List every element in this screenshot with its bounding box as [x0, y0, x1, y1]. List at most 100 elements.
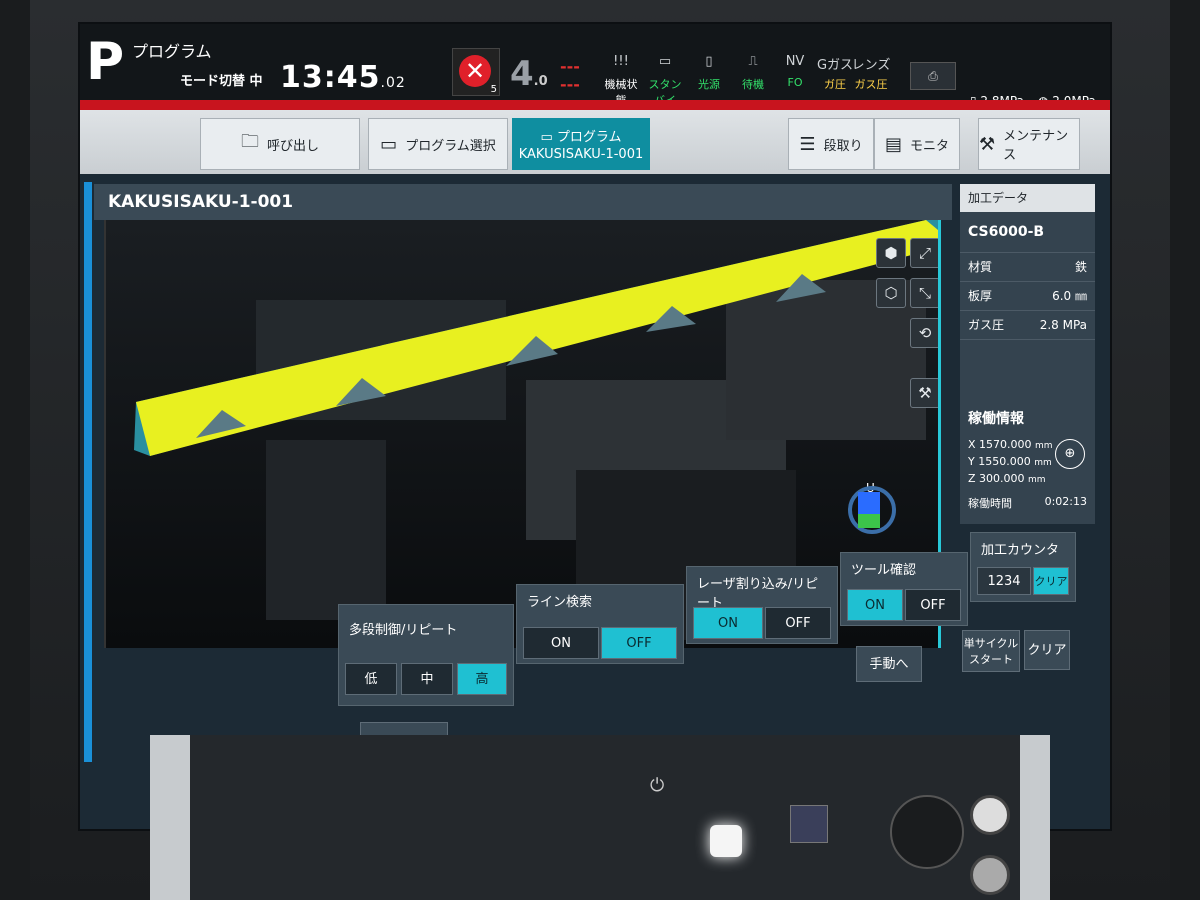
tab-setup[interactable]: ☰ 段取り	[788, 118, 874, 170]
count-sub: .0	[533, 74, 548, 89]
tab-call-label: 呼び出し	[266, 138, 319, 154]
state-label: 光源	[698, 78, 720, 91]
tab-program[interactable]: ▭ プログラム KAKUSISAKU-1-001	[512, 118, 650, 170]
screenshot-icon[interactable]: ⎙	[910, 62, 956, 90]
hardware-panel-face: ⏻	[190, 735, 1020, 900]
laser-interrupt-panel: レーザ割り込み/リピート ON OFF	[686, 566, 838, 644]
machine-state-indicator: レンズ ガス圧	[850, 54, 892, 92]
single-cycle-line-2: スタート	[969, 653, 1013, 666]
alarm-icon: ✕	[459, 55, 491, 87]
single-cycle-start-button[interactable]: 単サイクル スタート	[962, 630, 1020, 672]
machine-state-indicator: ▯ 光源	[688, 54, 730, 92]
tab-monitor[interactable]: ▤ モニタ	[874, 118, 960, 170]
tab-program-select[interactable]: ▭ プログラム選択	[368, 118, 508, 170]
state-icon: ▭	[658, 54, 672, 69]
coord-z-value: Z 300.000	[968, 472, 1025, 485]
white-lamp-button[interactable]	[710, 825, 742, 857]
state-label: ガ圧	[824, 78, 846, 91]
power-button[interactable]	[970, 795, 1010, 835]
multi-stage-mid-button[interactable]: 中	[401, 663, 453, 695]
tab-program-label: ▭ プログラム	[540, 130, 622, 145]
orientation-cube-icon	[858, 492, 880, 514]
main-area: KAKUSISAKU-1-001 U ⬢ ⤢ ⬡ ⤡ ⟲ ⚒ 加工データ CS6…	[80, 174, 1110, 829]
clock: 13:45.02	[280, 60, 406, 95]
tab-setup-label: 段取り	[823, 138, 863, 154]
rotate-icon[interactable]: ⟲	[910, 318, 938, 348]
list-icon: ☰	[799, 133, 816, 155]
tool-check-on-button[interactable]: ON	[847, 589, 903, 621]
state-icon: ⎍	[748, 54, 758, 69]
manual-button[interactable]: 手動へ	[856, 646, 922, 682]
monitor-edit-icon: ▭	[380, 133, 398, 155]
coord-z: Z 300.000 mm	[960, 470, 1095, 487]
line-search-panel: ライン検索 ON OFF	[516, 584, 684, 664]
material-value: 鉄	[1074, 260, 1087, 274]
multi-stage-panel: 多段制御/リピート 低 中 高	[338, 604, 514, 706]
view-cube-icon[interactable]: ⬢	[876, 238, 906, 268]
operation-header: 稼働情報	[968, 411, 1024, 427]
tab-maintenance-label: メンテナンス	[1003, 129, 1069, 163]
clock-sub: .02	[380, 75, 406, 91]
machine-state-indicator: NV FO	[774, 54, 816, 89]
count-big: 4	[510, 54, 534, 94]
gas-pressure-label: ガス圧	[968, 318, 1005, 332]
view-box-icon[interactable]: ⬡	[876, 278, 906, 308]
line-search-off-button[interactable]: OFF	[601, 627, 677, 659]
alarm-count: 5	[490, 84, 497, 95]
tool-icon[interactable]: ⚒	[910, 378, 938, 408]
tab-maintenance[interactable]: ⚒ メンテナンス	[978, 118, 1080, 170]
power-icon: ⏻	[650, 775, 665, 796]
key-switch[interactable]	[970, 855, 1010, 895]
data-row: 板厚 6.0 ㎜	[960, 282, 1095, 311]
clock-main: 13:45	[280, 60, 381, 95]
single-cycle-line-1: 単サイクル	[963, 637, 1019, 650]
state-icon: ▯	[705, 54, 713, 69]
tab-program-text: プログラム	[556, 130, 622, 145]
dash-1: ---	[560, 57, 580, 76]
multi-stage-title: 多段制御/リピート	[349, 623, 458, 638]
counter-panel: 加工カウンタ 1234 クリア	[970, 532, 1076, 602]
counter-value: 1234	[977, 567, 1031, 595]
tool-check-title: ツール確認	[851, 563, 917, 578]
dash-readout: --- ---	[560, 58, 580, 94]
hardware-panel: ⏻	[150, 735, 1050, 900]
tab-program-name: KAKUSISAKU-1-001	[518, 147, 644, 162]
state-icon: NV	[785, 54, 805, 69]
operating-time-value: 0:02:13	[1044, 495, 1087, 508]
stop-button[interactable]	[790, 805, 828, 843]
mode-title: プログラム	[132, 42, 212, 61]
rotary-dial[interactable]	[890, 795, 964, 869]
left-accent-strip	[84, 182, 92, 762]
state-label: 待機	[742, 78, 764, 91]
multi-stage-low-button[interactable]: 低	[345, 663, 397, 695]
expand-icon[interactable]: ⤡	[910, 278, 938, 308]
coord-z-unit: mm	[1028, 475, 1046, 485]
tool-check-off-button[interactable]: OFF	[905, 589, 961, 621]
operating-time: 稼働時間 0:02:13	[960, 493, 1095, 513]
folder-icon: 🗀	[240, 131, 259, 152]
multi-stage-high-button[interactable]: 高	[457, 663, 507, 695]
processing-data-header: 加工データ	[960, 184, 1095, 212]
clear-button[interactable]: クリア	[1024, 630, 1070, 670]
state-icon: レンズ	[851, 58, 891, 73]
count-display: 4.0	[510, 54, 548, 94]
counter-clear-button[interactable]: クリア	[1033, 567, 1069, 595]
state-label: FO	[787, 76, 803, 89]
mode-subtitle: モード切替 中	[180, 74, 263, 89]
line-search-on-button[interactable]: ON	[523, 627, 599, 659]
tab-bar: 🗀 呼び出し ▭ プログラム選択 ▭ プログラム KAKUSISAKU-1-001 …	[80, 110, 1110, 174]
alarm-button[interactable]: ✕ 5	[452, 48, 500, 96]
processing-data-panel: 加工データ CS6000-B 材質 鉄 板厚 6.0 ㎜ ガス圧 2.8 MPa 稼働…	[960, 184, 1095, 524]
tab-call[interactable]: 🗀 呼び出し	[200, 118, 360, 170]
monitor-icon: ▤	[884, 133, 902, 155]
hmi-screen: P プログラム モード切替 中 13:45.02 ✕ 5 4.0 --- ---…	[78, 22, 1112, 831]
view-title: KAKUSISAKU-1-001	[94, 184, 952, 220]
zoom-fit-icon[interactable]: ⤢	[910, 238, 938, 268]
orientation-cube-base	[858, 514, 880, 528]
laser-interrupt-off-button[interactable]: OFF	[765, 607, 831, 639]
operating-time-label: 稼働時間	[968, 497, 1012, 510]
laser-interrupt-on-button[interactable]: ON	[693, 607, 763, 639]
machine-state-indicator: ⎍ 待機	[732, 54, 774, 92]
status-bar: P プログラム モード切替 中 13:45.02 ✕ 5 4.0 --- ---…	[80, 24, 1110, 110]
